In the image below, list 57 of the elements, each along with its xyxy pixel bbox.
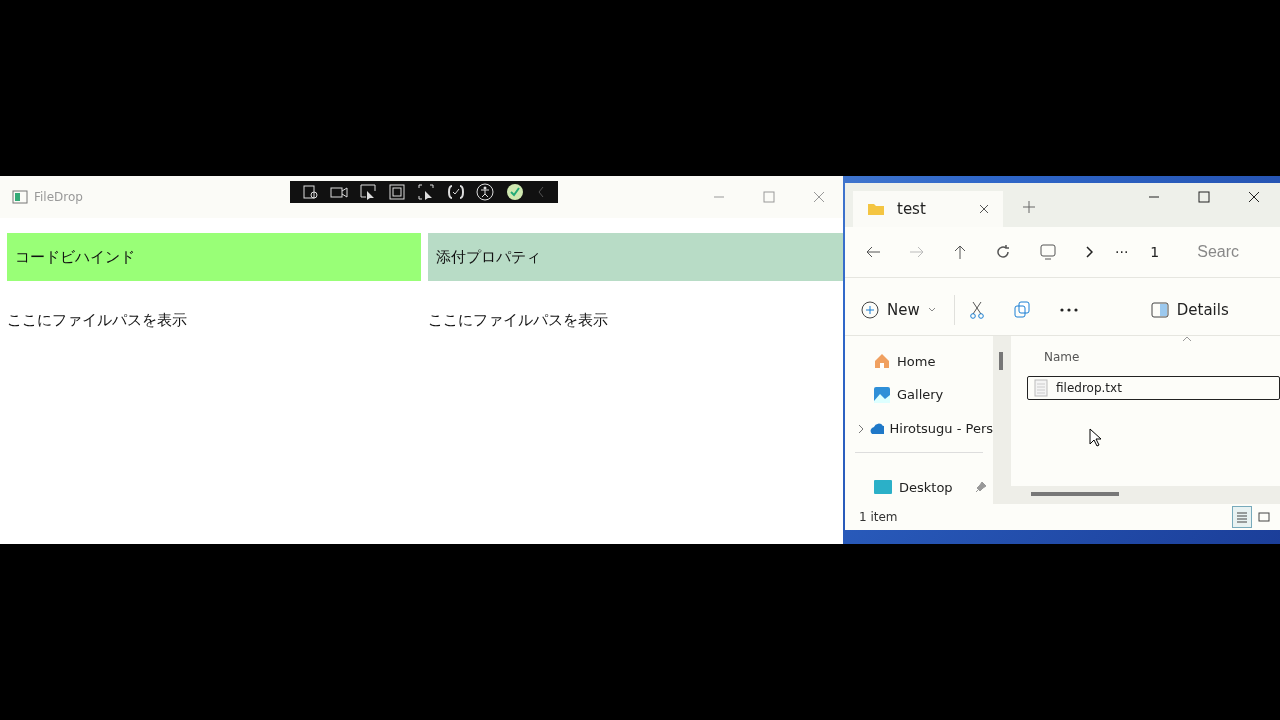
file-row[interactable]: filedrop.txt: [1027, 376, 1280, 401]
folder-icon: [867, 202, 885, 217]
camera-icon[interactable]: [329, 185, 348, 199]
close-icon[interactable]: [1248, 191, 1260, 204]
new-button[interactable]: New: [857, 296, 940, 323]
accessibility-icon[interactable]: [476, 183, 495, 201]
scrollbar-thumb[interactable]: [1031, 492, 1119, 497]
column-header[interactable]: Name: [1044, 350, 1080, 369]
nav-item[interactable]: Desktop: [845, 470, 993, 505]
tile-icon: [1258, 511, 1270, 524]
text-file-icon: [1034, 379, 1048, 398]
mouse-pointer-icon: [1089, 428, 1103, 449]
nav-item[interactable]: Gallery: [845, 378, 993, 412]
brackets-icon[interactable]: [446, 184, 465, 200]
scissors-icon[interactable]: [968, 300, 985, 319]
add-tab-icon[interactable]: [1023, 201, 1035, 214]
select-pointer-icon[interactable]: [359, 183, 378, 201]
chevron-icon[interactable]: [857, 423, 866, 434]
folder-tab[interactable]: test: [853, 191, 1003, 228]
monitor-icon[interactable]: [1039, 243, 1057, 262]
details-view-button[interactable]: [1232, 506, 1252, 529]
breadcrumb-overflow[interactable]: ···: [1115, 244, 1129, 261]
file-path-text: ここにファイルパスを表示: [7, 311, 187, 330]
select-region-icon[interactable]: [416, 183, 435, 201]
pin-icon[interactable]: [975, 481, 987, 494]
scrollbar-thumb[interactable]: [999, 352, 1003, 371]
more-icon[interactable]: [1058, 306, 1079, 313]
window-title: FileDrop: [34, 190, 83, 204]
status-text: 1 item: [859, 510, 898, 525]
nav-item[interactable]: Home: [845, 344, 993, 379]
search-field[interactable]: Searc: [1195, 242, 1260, 263]
drop-target-button[interactable]: コードビハインド: [7, 233, 421, 281]
live-tree-icon[interactable]: [301, 184, 318, 200]
list-icon: [1236, 511, 1248, 524]
house-icon: [873, 352, 891, 371]
frame-icon[interactable]: [389, 184, 406, 200]
breadcrumb-item[interactable]: 1: [1150, 244, 1160, 261]
back-icon[interactable]: [865, 245, 881, 260]
sort-caret-icon: [1182, 336, 1192, 343]
file-path-text: ここにファイルパスを表示: [428, 311, 608, 330]
maximize-icon[interactable]: [1198, 191, 1210, 204]
copy-icon[interactable]: [1012, 300, 1031, 319]
cloud-icon: [869, 421, 884, 436]
nav-item[interactable]: Hirotsugu - Pers: [845, 411, 993, 446]
plus-circle-icon: [861, 300, 879, 319]
desktop-icon: [873, 479, 893, 496]
refresh-icon[interactable]: [995, 244, 1011, 261]
chevron-icon: [1085, 246, 1093, 259]
details-button[interactable]: Details: [1146, 296, 1233, 323]
app-icon: [12, 190, 28, 204]
picture-icon: [873, 385, 891, 404]
up-icon[interactable]: [953, 244, 967, 261]
check-icon[interactable]: [506, 183, 525, 201]
details-pane-icon: [1150, 301, 1169, 318]
drop-target-button[interactable]: 添付プロパティ: [428, 233, 843, 281]
caret-icon: [927, 306, 936, 313]
close-icon[interactable]: [979, 204, 989, 215]
